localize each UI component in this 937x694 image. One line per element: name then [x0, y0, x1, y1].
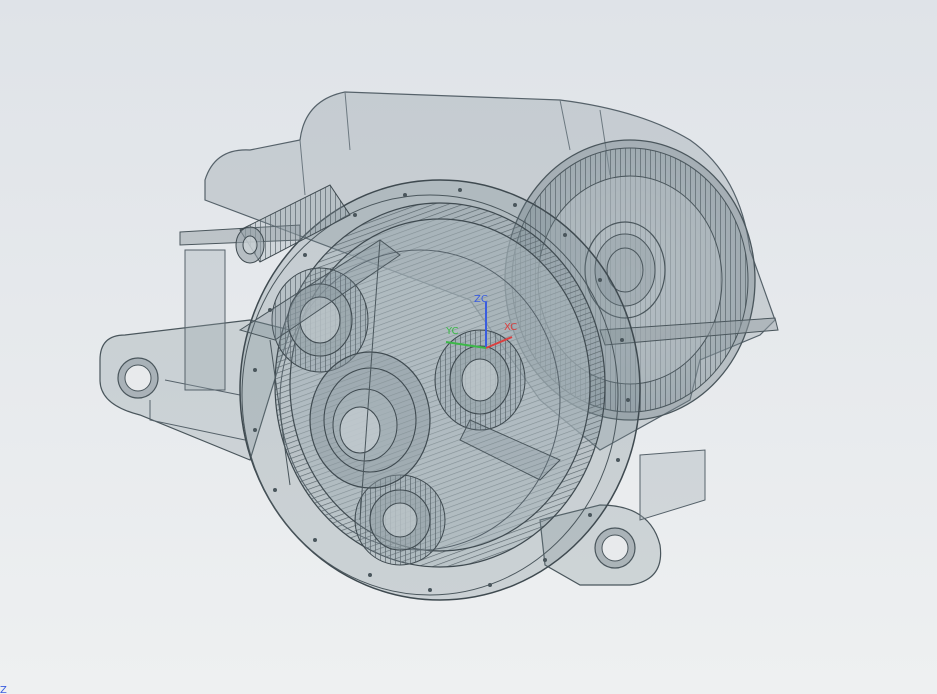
y-axis-label: YC [445, 326, 459, 337]
axis-triad-icon: Z [0, 685, 7, 694]
planet-gear-right [434, 329, 526, 431]
z-axis-label: ZC [474, 294, 488, 305]
graphics-viewport[interactable]: ZC XC YC Z [0, 0, 937, 694]
gearbox-model[interactable]: ZC XC YC Z [0, 0, 937, 694]
x-axis-label: XC [504, 322, 517, 333]
sun-bearing-center [309, 351, 431, 489]
corner-axis-label: Z [0, 685, 7, 694]
